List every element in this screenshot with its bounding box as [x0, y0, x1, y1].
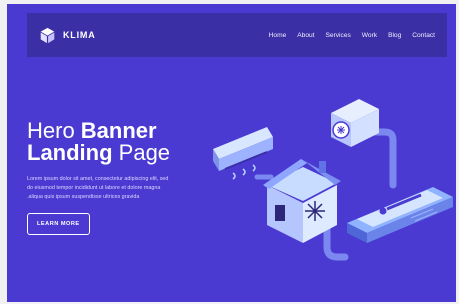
cube-icon [40, 27, 55, 43]
title-part: Page [112, 140, 171, 165]
hero-section: KLIMA Home About Services Work Blog Cont… [7, 4, 456, 302]
description-line: .aliqua quis ipsum suspendisse ultrices … [27, 194, 140, 201]
nav-about[interactable]: About [297, 32, 314, 39]
description-line: Lorem ipsum dolor sit amet, consectetur … [27, 176, 169, 182]
nav-contact[interactable]: Contact [412, 32, 435, 39]
nav-blog[interactable]: Blog [388, 32, 401, 39]
learn-more-button[interactable]: LEARN MORE [27, 212, 90, 235]
brand-logo[interactable]: KLIMA [39, 27, 96, 44]
title-part-bold: Landing [27, 140, 113, 165]
hero-description: Lorem ipsum dolor sit amet, consectetur … [27, 175, 202, 203]
top-navbar: KLIMA Home About Services Work Blog Cont… [27, 13, 447, 57]
air-conditioner-icon [213, 127, 273, 180]
nav-work[interactable]: Work [362, 32, 377, 39]
nav-services[interactable]: Services [326, 32, 351, 39]
outdoor-unit-icon [331, 99, 379, 147]
main-menu: Home About Services Work Blog Contact [269, 32, 435, 39]
nav-home[interactable]: Home [269, 32, 287, 39]
thermostat-icon [347, 187, 453, 243]
description-line: do eiusmod tempor incididunt ut labore e… [27, 185, 161, 192]
hero-content: Hero Banner Landing Page Lorem ipsum dol… [27, 120, 217, 235]
hero-title: Hero Banner Landing Page [27, 120, 217, 164]
brand-name: KLIMA [63, 30, 96, 40]
hvac-illustration [213, 99, 453, 261]
